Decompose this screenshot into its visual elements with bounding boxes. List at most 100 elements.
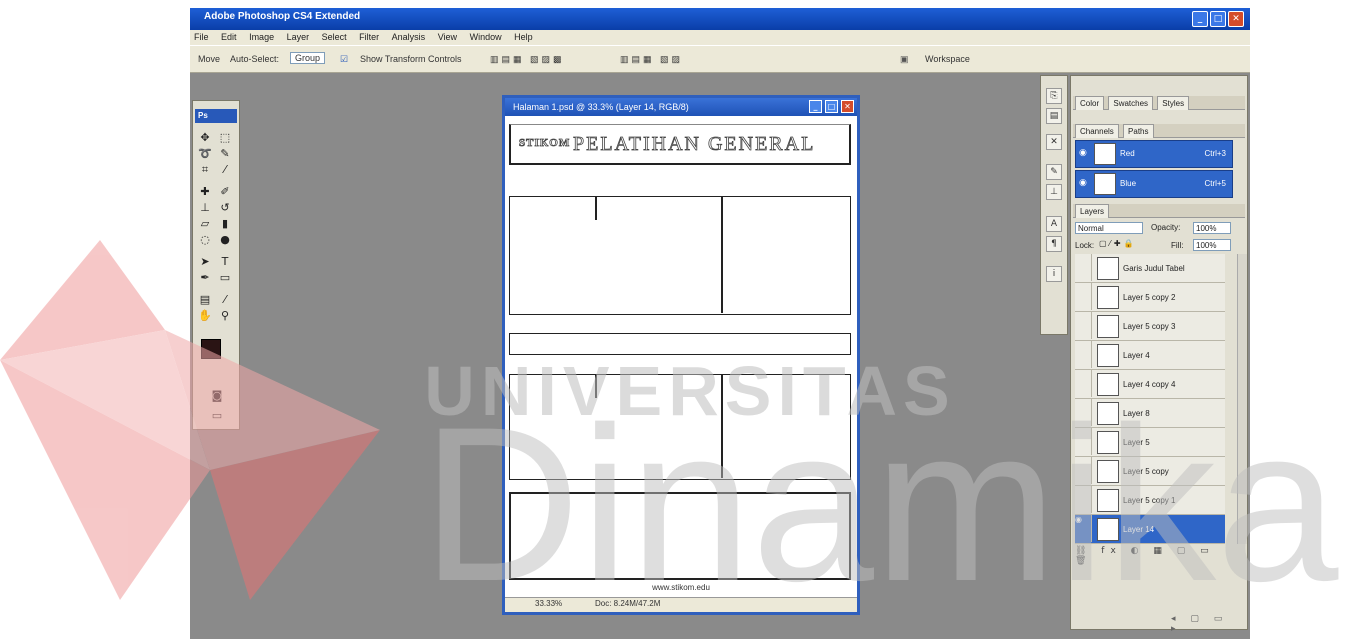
eye-icon[interactable]: ◉ — [1075, 515, 1092, 542]
path-select-tool-icon[interactable]: ➤ — [197, 255, 213, 269]
workspace-dropdown[interactable]: Workspace — [925, 54, 970, 64]
layer-row-selected[interactable]: ◉ Layer 14 — [1075, 515, 1225, 544]
tab-swatches[interactable]: Swatches — [1108, 96, 1154, 110]
history-brush-tool-icon[interactable]: ↺ — [217, 201, 233, 215]
eye-icon[interactable]: ◉ — [1079, 178, 1087, 188]
type-tool-icon[interactable]: T — [217, 255, 233, 269]
layer-thumbnail — [1097, 431, 1119, 454]
marquee-tool-icon[interactable]: ⬚ — [217, 131, 233, 145]
layer-row[interactable]: Layer 4 copy 4 — [1075, 370, 1225, 399]
menu-window[interactable]: Window — [470, 32, 502, 42]
brushes-panel-icon[interactable]: ✎ — [1046, 164, 1062, 180]
paragraph-panel-icon[interactable]: ¶ — [1046, 236, 1062, 252]
zoom-field[interactable]: 33.33% — [535, 599, 562, 608]
clone-panel-icon[interactable]: ⊥ — [1046, 184, 1062, 200]
menu-image[interactable]: Image — [249, 32, 274, 42]
foreground-color-swatch[interactable] — [201, 339, 221, 359]
menu-help[interactable]: Help — [514, 32, 533, 42]
align-icons[interactable]: ▥▤▦ ▧▨▩ — [490, 54, 565, 65]
show-transform-checkbox[interactable]: Show Transform Controls — [360, 54, 462, 64]
lock-icons[interactable]: ▢⁄✚🔒 — [1099, 239, 1137, 248]
layer-row[interactable]: Layer 4 — [1075, 341, 1225, 370]
shape-tool-icon[interactable]: ▭ — [217, 271, 233, 285]
eye-icon[interactable] — [1075, 254, 1092, 281]
tab-paths[interactable]: Paths — [1123, 124, 1154, 138]
opacity-field[interactable]: 100% — [1193, 222, 1231, 234]
tab-color[interactable]: Color — [1075, 96, 1105, 110]
tools-panel-icon[interactable]: ✕ — [1046, 134, 1062, 150]
blur-tool-icon[interactable]: ◌ — [197, 233, 213, 247]
eye-icon[interactable] — [1075, 457, 1092, 484]
minimize-button[interactable]: _ — [1192, 11, 1208, 27]
channel-thumbnail — [1094, 143, 1116, 165]
layer-actions-bar[interactable]: ⛓ fx ◐ ▦ ▢ ▭ 🗑 — [1075, 546, 1231, 566]
menu-view[interactable]: View — [438, 32, 457, 42]
character-panel-icon[interactable]: A — [1046, 216, 1062, 232]
gradient-tool-icon[interactable]: ▮ — [217, 217, 233, 231]
menu-select[interactable]: Select — [322, 32, 347, 42]
move-tool-icon[interactable]: ✥ — [197, 131, 213, 145]
brush-tool-icon[interactable]: ✐ — [217, 185, 233, 199]
actions-panel-icon[interactable]: ▤ — [1046, 108, 1062, 124]
slice-tool-icon[interactable]: ⁄ — [217, 163, 233, 177]
document-window[interactable]: Halaman 1.psd @ 33.3% (Layer 14, RGB/8) … — [502, 95, 860, 615]
eyedropper-tool-icon[interactable]: ⁄ — [217, 293, 233, 307]
info-panel-icon[interactable]: i — [1046, 266, 1062, 282]
fill-field[interactable]: 100% — [1193, 239, 1231, 251]
tool-preset-picker[interactable]: Move — [198, 54, 220, 64]
doc-close-button[interactable]: ✕ — [841, 100, 854, 113]
maximize-button[interactable]: □ — [1210, 11, 1226, 27]
layer-row[interactable]: Layer 5 copy — [1075, 457, 1225, 486]
layer-row[interactable]: Garis Judul Tabel — [1075, 254, 1225, 283]
tab-channels[interactable]: Channels — [1075, 124, 1119, 138]
hand-tool-icon[interactable]: ✋ — [197, 309, 213, 323]
channel-row[interactable]: ◉ Blue Ctrl+5 — [1075, 170, 1233, 198]
eye-icon[interactable] — [1075, 283, 1092, 310]
doc-maximize-button[interactable]: □ — [825, 100, 838, 113]
tab-styles[interactable]: Styles — [1157, 96, 1190, 110]
layer-row[interactable]: Layer 5 copy 3 — [1075, 312, 1225, 341]
layer-row[interactable]: Layer 5 copy 2 — [1075, 283, 1225, 312]
eye-icon[interactable] — [1075, 428, 1092, 455]
crop-tool-icon[interactable]: ⌗ — [197, 163, 213, 177]
layer-row[interactable]: Layer 8 — [1075, 399, 1225, 428]
blend-mode-dropdown[interactable]: Normal — [1075, 222, 1143, 234]
tab-layers[interactable]: Layers — [1075, 204, 1110, 218]
eye-icon[interactable] — [1075, 312, 1092, 339]
menu-edit[interactable]: Edit — [221, 32, 237, 42]
heal-tool-icon[interactable]: ✚ — [197, 185, 213, 199]
document-status-bar: 33.33% Doc: 8.24M/47.2M — [505, 597, 857, 612]
channel-row[interactable]: ◉ Red Ctrl+3 — [1075, 140, 1233, 168]
eraser-tool-icon[interactable]: ▱ — [197, 217, 213, 231]
quick-select-tool-icon[interactable]: ✎ — [217, 147, 233, 161]
menu-layer[interactable]: Layer — [287, 32, 310, 42]
distribute-icons[interactable]: ▥▤▦ ▧▨ — [620, 54, 683, 65]
history-panel-icon[interactable]: ⎘ — [1046, 88, 1062, 104]
doc-minimize-button[interactable]: _ — [809, 100, 822, 113]
eye-icon[interactable] — [1075, 486, 1092, 513]
notes-tool-icon[interactable]: ▤ — [197, 293, 213, 307]
panel-footer-icons[interactable]: ◂ ▢ ▭ ▸ — [1171, 614, 1247, 634]
auto-select-dropdown[interactable]: Group — [290, 52, 326, 64]
stamp-tool-icon[interactable]: ⊥ — [197, 201, 213, 215]
eye-icon[interactable]: ◉ — [1079, 148, 1087, 158]
eye-icon[interactable] — [1075, 341, 1092, 368]
menu-file[interactable]: File — [194, 32, 209, 42]
lasso-tool-icon[interactable]: ➰ — [197, 147, 213, 161]
document-title-bar[interactable]: Halaman 1.psd @ 33.3% (Layer 14, RGB/8) … — [505, 98, 857, 116]
dodge-tool-icon[interactable]: ● — [217, 233, 233, 247]
eye-icon[interactable] — [1075, 399, 1092, 426]
menu-analysis[interactable]: Analysis — [392, 32, 426, 42]
auto-select-checkbox[interactable]: ☑ — [340, 54, 348, 65]
menu-filter[interactable]: Filter — [359, 32, 379, 42]
close-button[interactable]: ✕ — [1228, 11, 1244, 27]
screen-mode-icon[interactable]: ▭ — [209, 409, 225, 423]
layers-scrollbar[interactable] — [1237, 254, 1247, 544]
zoom-tool-icon[interactable]: ⚲ — [217, 309, 233, 323]
eye-icon[interactable] — [1075, 370, 1092, 397]
layer-row[interactable]: Layer 5 copy 1 — [1075, 486, 1225, 515]
layer-row[interactable]: Layer 5 — [1075, 428, 1225, 457]
pen-tool-icon[interactable]: ✒ — [197, 271, 213, 285]
quick-mask-icon[interactable]: ◙ — [209, 389, 225, 403]
document-canvas[interactable]: STIKOM PELATIHAN GENERAL www.stikom.edu — [505, 116, 857, 601]
